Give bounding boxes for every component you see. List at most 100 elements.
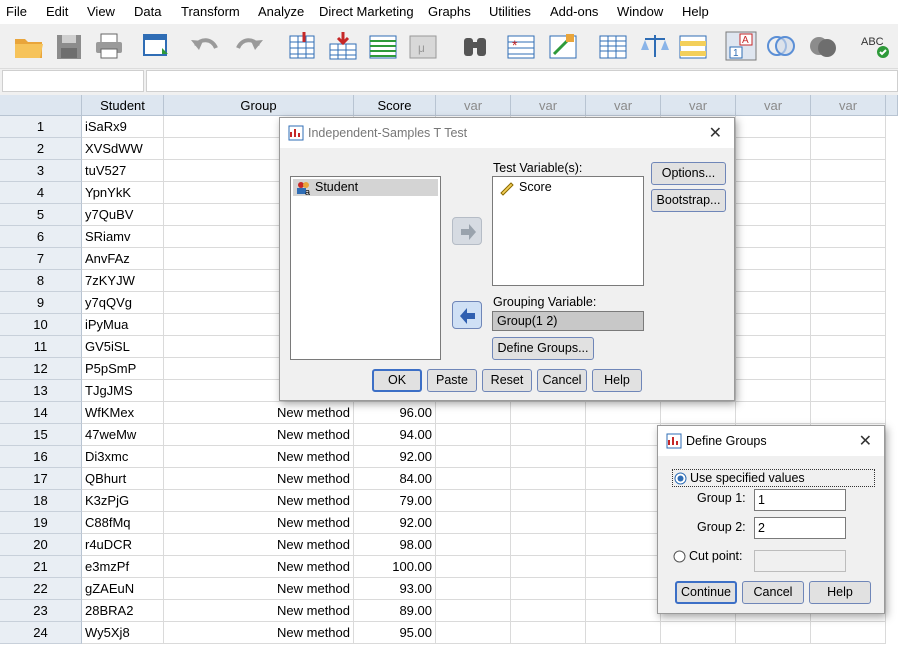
empty-cell[interactable] — [436, 600, 511, 622]
list-item[interactable]: Score — [495, 179, 641, 196]
row-number[interactable]: 23 — [0, 600, 82, 622]
row-number[interactable]: 22 — [0, 578, 82, 600]
paste-button[interactable]: Paste — [427, 369, 477, 392]
group-cell[interactable]: New method — [164, 490, 354, 512]
save-icon[interactable] — [52, 30, 86, 62]
goto-case-icon[interactable] — [286, 30, 320, 62]
move-to-test-button[interactable] — [452, 217, 482, 245]
empty-cell[interactable] — [436, 490, 511, 512]
row-number[interactable]: 9 — [0, 292, 82, 314]
empty-cell[interactable] — [661, 622, 736, 644]
score-cell[interactable]: 93.00 — [354, 578, 436, 600]
empty-cell[interactable] — [511, 578, 586, 600]
empty-cell[interactable] — [511, 490, 586, 512]
row-number[interactable]: 7 — [0, 248, 82, 270]
column-header-var[interactable]: var — [811, 95, 886, 116]
column-header-var[interactable]: var — [661, 95, 736, 116]
empty-cell[interactable] — [811, 138, 886, 160]
cancel-button[interactable]: Cancel — [537, 369, 587, 392]
row-number[interactable]: 4 — [0, 182, 82, 204]
grouping-variable-field[interactable]: Group(1 2) — [492, 311, 644, 331]
empty-cell[interactable] — [811, 402, 886, 424]
score-cell[interactable]: 89.00 — [354, 600, 436, 622]
use-sets-icon[interactable] — [764, 30, 798, 62]
score-cell[interactable]: 98.00 — [354, 534, 436, 556]
group-1-input[interactable]: 1 — [754, 489, 846, 511]
group-cell[interactable]: New method — [164, 402, 354, 424]
group-2-input[interactable]: 2 — [754, 517, 846, 539]
student-cell[interactable]: C88fMq — [82, 512, 164, 534]
student-cell[interactable]: iPyMua — [82, 314, 164, 336]
student-cell[interactable]: tuV527 — [82, 160, 164, 182]
run-descriptives-icon[interactable]: μ — [406, 30, 440, 62]
corner-cell[interactable] — [0, 95, 82, 116]
row-number[interactable]: 1 — [0, 116, 82, 138]
empty-cell[interactable] — [811, 248, 886, 270]
close-icon[interactable]: ✕ — [859, 431, 872, 451]
score-cell[interactable]: 95.00 — [354, 622, 436, 644]
row-number[interactable]: 15 — [0, 424, 82, 446]
row-number[interactable]: 14 — [0, 402, 82, 424]
student-cell[interactable]: QBhurt — [82, 468, 164, 490]
row-number[interactable]: 2 — [0, 138, 82, 160]
empty-cell[interactable] — [811, 226, 886, 248]
weight-cases-icon[interactable] — [638, 30, 672, 62]
empty-cell[interactable] — [511, 534, 586, 556]
empty-cell[interactable] — [811, 270, 886, 292]
menu-addons[interactable]: Add-ons — [550, 4, 598, 19]
student-cell[interactable]: Wy5Xj8 — [82, 622, 164, 644]
group-cell[interactable]: New method — [164, 556, 354, 578]
empty-cell[interactable] — [511, 622, 586, 644]
group-cell[interactable]: New method — [164, 534, 354, 556]
column-header-var[interactable]: var — [436, 95, 511, 116]
group-cell[interactable]: New method — [164, 468, 354, 490]
list-item[interactable]: a Student — [293, 179, 438, 196]
open-icon[interactable] — [12, 30, 46, 62]
empty-cell[interactable] — [811, 380, 886, 402]
column-header-student[interactable]: Student — [82, 95, 164, 116]
use-specified-values-option[interactable]: Use specified values — [672, 469, 875, 487]
empty-cell[interactable] — [736, 622, 811, 644]
menu-graphs[interactable]: Graphs — [428, 4, 471, 19]
row-number[interactable]: 6 — [0, 226, 82, 248]
empty-cell[interactable] — [586, 556, 661, 578]
empty-cell[interactable] — [436, 424, 511, 446]
row-number[interactable]: 17 — [0, 468, 82, 490]
empty-cell[interactable] — [736, 402, 811, 424]
menu-view[interactable]: View — [87, 4, 115, 19]
empty-cell[interactable] — [511, 424, 586, 446]
score-cell[interactable]: 84.00 — [354, 468, 436, 490]
empty-cell[interactable] — [736, 138, 811, 160]
empty-cell[interactable] — [586, 512, 661, 534]
test-variables-list[interactable]: Score — [492, 176, 644, 286]
find-icon[interactable] — [458, 30, 492, 62]
options-button[interactable]: Options... — [651, 162, 726, 185]
empty-cell[interactable] — [811, 336, 886, 358]
student-cell[interactable]: P5pSmP — [82, 358, 164, 380]
empty-cell[interactable] — [736, 226, 811, 248]
empty-cell[interactable] — [811, 292, 886, 314]
empty-cell[interactable] — [511, 512, 586, 534]
student-cell[interactable]: 28BRA2 — [82, 600, 164, 622]
student-cell[interactable]: 7zKYJW — [82, 270, 164, 292]
student-cell[interactable]: y7QuBV — [82, 204, 164, 226]
student-cell[interactable]: K3zPjG — [82, 490, 164, 512]
empty-cell[interactable] — [586, 424, 661, 446]
student-cell[interactable]: Di3xmc — [82, 446, 164, 468]
empty-cell[interactable] — [436, 534, 511, 556]
row-number[interactable]: 11 — [0, 336, 82, 358]
student-cell[interactable]: gZAEuN — [82, 578, 164, 600]
close-icon[interactable]: ✕ — [709, 123, 722, 143]
spell-check-icon[interactable]: ABC — [858, 30, 892, 62]
print-icon[interactable] — [92, 30, 126, 62]
row-number[interactable]: 16 — [0, 446, 82, 468]
menu-utilities[interactable]: Utilities — [489, 4, 531, 19]
insert-variable-icon[interactable] — [546, 30, 580, 62]
cell-edit-field[interactable] — [146, 70, 898, 92]
group-cell[interactable]: New method — [164, 446, 354, 468]
empty-cell[interactable] — [811, 204, 886, 226]
empty-cell[interactable] — [436, 578, 511, 600]
empty-cell[interactable] — [736, 160, 811, 182]
score-cell[interactable]: 94.00 — [354, 424, 436, 446]
row-number[interactable]: 8 — [0, 270, 82, 292]
